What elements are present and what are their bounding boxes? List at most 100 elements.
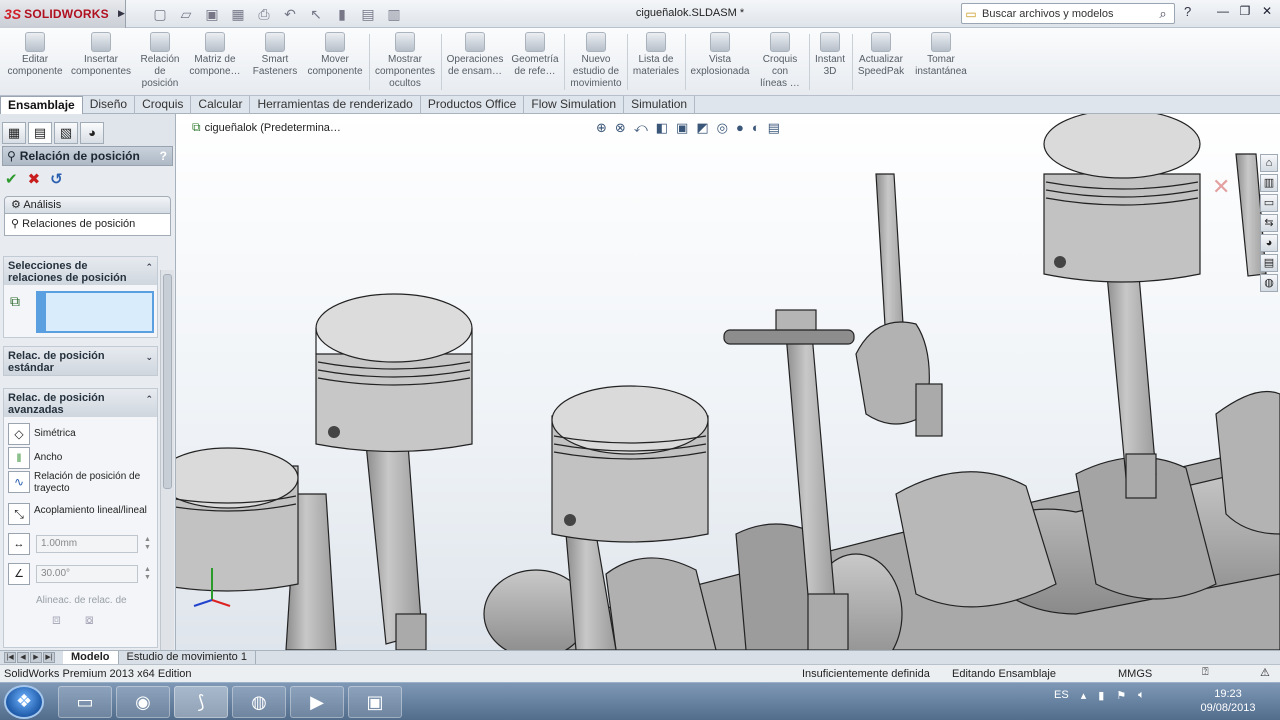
- network-icon[interactable]: ▮: [1098, 689, 1104, 702]
- standard-mates-header[interactable]: Relac. de posición estándar ⌄: [4, 347, 157, 375]
- collapse-chevron-icon[interactable]: ⌃: [145, 261, 153, 273]
- apply-scene-icon[interactable]: ◐: [752, 120, 760, 136]
- distance-input[interactable]: 1.00mm: [36, 535, 138, 553]
- search-icon[interactable]: ⌕: [1152, 6, 1174, 22]
- angle-spinner-icon[interactable]: ▲ ▼: [144, 566, 151, 582]
- appearances-icon[interactable]: ◕: [1260, 234, 1278, 252]
- rebuild-traffic-icon[interactable]: ▮: [332, 4, 352, 24]
- path-mate-option[interactable]: ∿ Relación de posición de trayecto: [8, 471, 144, 495]
- select-icon[interactable]: ↖: [306, 4, 326, 24]
- undo-icon[interactable]: ↺: [50, 170, 63, 188]
- smart-fasteners-button[interactable]: Smart Fasteners: [248, 32, 302, 94]
- tab-render-tools[interactable]: Herramientas de renderizado: [250, 96, 421, 114]
- crankshaft-model[interactable]: [176, 114, 1280, 650]
- section-view-icon[interactable]: ◧: [656, 120, 668, 136]
- tray-expand-icon[interactable]: ▴: [1081, 689, 1087, 702]
- help-icon[interactable]: ?: [1184, 4, 1191, 19]
- tab-motion-study[interactable]: Estudio de movimiento 1: [119, 650, 256, 665]
- expand-chevron-icon[interactable]: ⌄: [145, 351, 153, 363]
- close-confirmation-icon[interactable]: ✕: [1212, 174, 1230, 200]
- width-mate-option[interactable]: ‖ Ancho: [8, 447, 62, 469]
- advanced-mates-header[interactable]: Relac. de posición avanzadas ⌃: [4, 389, 157, 417]
- panel-help-button[interactable]: ?: [160, 149, 167, 163]
- solidworks-forum-icon[interactable]: ◍: [1260, 274, 1278, 292]
- open-document-icon[interactable]: ▱: [176, 4, 196, 24]
- recorder-taskbar-icon[interactable]: ▣: [348, 686, 402, 718]
- view-palette-icon[interactable]: ⇆: [1260, 214, 1278, 232]
- zoom-to-area-icon[interactable]: ⊗: [615, 120, 626, 136]
- close-icon[interactable]: ✕: [1258, 3, 1276, 21]
- design-library-icon[interactable]: ▥: [1260, 174, 1278, 192]
- rebuild-icon[interactable]: ▦: [228, 4, 248, 24]
- view-settings-icon[interactable]: ▤: [768, 120, 780, 136]
- search-box[interactable]: ▭ Buscar archivos y modelos ⌕: [961, 3, 1175, 24]
- save-icon[interactable]: ▣: [202, 4, 222, 24]
- menu-expand-arrow-icon[interactable]: ▶: [118, 8, 125, 19]
- display-manager-icon[interactable]: ◕: [80, 122, 104, 144]
- ok-check-icon[interactable]: ✔: [5, 170, 18, 188]
- print-icon[interactable]: ⎙: [254, 4, 274, 24]
- aligned-icon[interactable]: ⧈: [52, 611, 61, 628]
- explode-line-sketch-button[interactable]: Croquis con líneas …: [755, 32, 805, 94]
- component-pattern-button[interactable]: Matriz de compone…: [186, 32, 244, 94]
- undo-icon[interactable]: ↶: [280, 4, 300, 24]
- next-tab-icon[interactable]: ▶: [30, 652, 42, 663]
- angle-input[interactable]: 30.00°: [36, 565, 138, 583]
- instant-3d-button[interactable]: Instant 3D: [811, 32, 849, 94]
- edit-component-button[interactable]: Editar componente: [7, 32, 63, 94]
- symmetric-mate-option[interactable]: ◇ Simétrica: [8, 423, 76, 445]
- rebuild-warning-icon[interactable]: ⚠: [1260, 666, 1270, 679]
- anti-aligned-icon[interactable]: ⧇: [85, 611, 94, 628]
- collapse-chevron-icon[interactable]: ⌃: [145, 393, 153, 405]
- tab-model[interactable]: Modelo: [63, 650, 119, 665]
- show-hidden-components-button[interactable]: Mostrar componentes ocultos: [372, 32, 438, 94]
- panel-scrollbar[interactable]: [160, 270, 174, 650]
- restore-icon[interactable]: ❐: [1236, 3, 1254, 21]
- tab-office-products[interactable]: Productos Office: [421, 96, 525, 114]
- app-taskbar-icon[interactable]: ◍: [232, 686, 286, 718]
- exploded-view-button[interactable]: Vista explosionada: [687, 32, 753, 94]
- edit-appearance-icon[interactable]: ●: [736, 120, 744, 136]
- new-document-icon[interactable]: ▢: [150, 4, 170, 24]
- linear-coupler-option[interactable]: ⤡ Acoplamiento lineal/lineal: [8, 503, 147, 525]
- minimize-icon[interactable]: —: [1214, 3, 1232, 21]
- reference-geometry-button[interactable]: Geometría de refe…: [509, 32, 561, 94]
- entities-selection-box[interactable]: [36, 291, 154, 333]
- mate-button[interactable]: Relación de posición: [138, 32, 182, 94]
- tab-flow-simulation[interactable]: Flow Simulation: [524, 96, 625, 114]
- last-tab-icon[interactable]: ▶|: [43, 652, 55, 663]
- take-snapshot-button[interactable]: Tomar instantánea: [910, 32, 972, 94]
- scrollbar-thumb[interactable]: [163, 274, 172, 489]
- cancel-x-icon[interactable]: ✖: [28, 170, 41, 188]
- media-player-taskbar-icon[interactable]: ▶: [290, 686, 344, 718]
- start-button[interactable]: [4, 685, 44, 719]
- zoom-to-fit-icon[interactable]: ⊕: [596, 120, 607, 136]
- options-icon[interactable]: ▥: [384, 4, 404, 24]
- assembly-features-button[interactable]: Operaciones de ensam…: [443, 32, 507, 94]
- volume-icon[interactable]: 🔈︎: [1138, 689, 1145, 702]
- feature-tree-root[interactable]: ⧉ cigueñalok (Predetermina…: [192, 120, 341, 135]
- search-input[interactable]: Buscar archivos y modelos: [980, 8, 1152, 20]
- tab-analysis[interactable]: ⚙ Análisis: [4, 196, 171, 214]
- tab-assembly[interactable]: Ensamblaje: [0, 96, 83, 114]
- display-style-icon[interactable]: ◩: [696, 120, 708, 136]
- distance-spinner-icon[interactable]: ▲ ▼: [144, 536, 151, 552]
- units-selector[interactable]: MMGS: [1118, 668, 1152, 680]
- clock[interactable]: 19:23 09/08/2013: [1188, 687, 1268, 715]
- first-tab-icon[interactable]: |◀: [4, 652, 16, 663]
- tab-mates[interactable]: ⚲ Relaciones de posición: [4, 214, 171, 236]
- tab-layout[interactable]: Diseño: [83, 96, 136, 114]
- configuration-manager-icon[interactable]: ▧: [54, 122, 78, 144]
- update-speedpak-button[interactable]: Actualizar SpeedPak: [854, 32, 908, 94]
- chrome-taskbar-icon[interactable]: ◉: [116, 686, 170, 718]
- custom-properties-icon[interactable]: ▤: [1260, 254, 1278, 272]
- tab-simulation[interactable]: Simulation: [624, 96, 696, 114]
- language-indicator[interactable]: ES: [1054, 689, 1069, 702]
- new-motion-study-button[interactable]: Nuevo estudio de movimiento: [566, 32, 626, 94]
- solidworks-taskbar-icon[interactable]: ⟆: [174, 686, 228, 718]
- solidworks-resources-icon[interactable]: ⌂: [1260, 154, 1278, 172]
- insert-components-button[interactable]: Insertar componentes: [66, 32, 136, 94]
- hide-show-items-icon[interactable]: ◎: [717, 120, 728, 136]
- bill-of-materials-button[interactable]: Lista de materiales: [629, 32, 683, 94]
- previous-view-icon[interactable]: ⤺: [634, 120, 648, 136]
